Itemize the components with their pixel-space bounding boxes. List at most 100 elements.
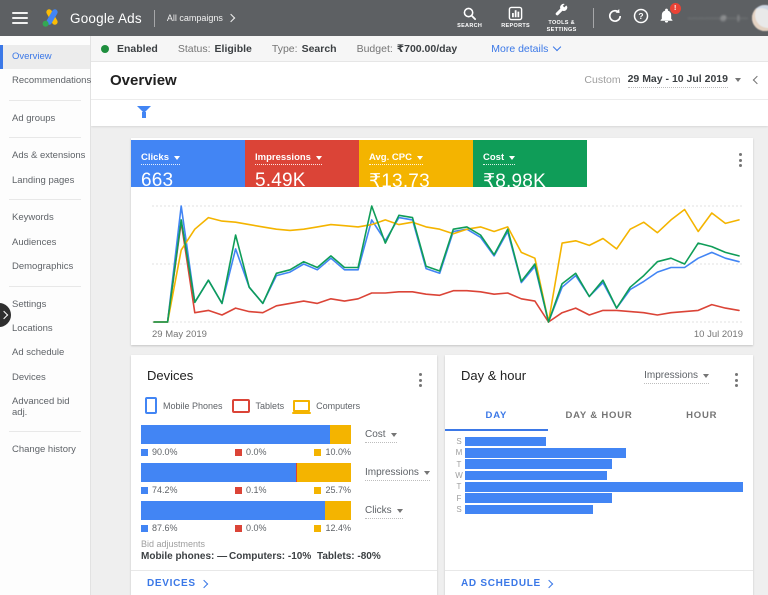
google-ads-logo-icon[interactable] (41, 8, 63, 28)
scorecard-impressions[interactable]: Impressions5.49K (245, 140, 359, 187)
hamburger-menu-icon[interactable] (12, 12, 28, 24)
scorecard-label[interactable]: Clicks (141, 152, 180, 165)
sidebar-item-overview[interactable]: Overview (0, 45, 90, 69)
devices-card-menu-icon[interactable] (416, 370, 425, 390)
sidebar-item-ad-groups[interactable]: Ad groups (0, 107, 90, 131)
scorecard-label[interactable]: Impressions (255, 152, 322, 165)
devices-stacked-bar[interactable] (141, 425, 351, 444)
sidebar-item-keywords[interactable]: Keywords (0, 206, 90, 230)
devices-metric-dropdown-clicks[interactable]: Clicks (365, 505, 403, 519)
scorecard-cost[interactable]: Cost₹8.98K (473, 140, 587, 187)
day-bar[interactable] (465, 493, 612, 503)
breadcrumb-all-campaigns[interactable]: All campaigns (167, 13, 234, 23)
bar-segment-mobile-phones (141, 425, 330, 444)
tools-settings-button[interactable]: TOOLS & SETTINGS (539, 3, 585, 34)
reports-button[interactable]: REPORTS (493, 6, 539, 30)
collapse-panel-icon[interactable] (753, 76, 761, 84)
legend-item-mobile-phones[interactable]: Mobile Phones (145, 397, 223, 414)
legend-square-icon (314, 487, 321, 494)
performance-card-menu-icon[interactable] (736, 150, 745, 170)
topbar-divider (154, 10, 155, 27)
filter-funnel-icon[interactable] (137, 106, 151, 119)
svg-text:?: ? (638, 11, 643, 21)
dropdown-caret-icon[interactable] (735, 78, 741, 82)
percent-label-mobile-phones: 74.2% (141, 485, 178, 495)
campaign-status-bar: Enabled Status:Eligible Type:Search Budg… (91, 36, 768, 62)
scorecard-value: ₹8.98K (483, 170, 587, 193)
day-hour-card: Day & hour Impressions DAYDAY & HOURHOUR… (445, 355, 753, 595)
scorecard-clicks[interactable]: Clicks663 (131, 140, 245, 187)
bid-adj-computers: Computers: -10% (229, 551, 311, 562)
campaign-budget: Budget:₹700.00/day (357, 43, 458, 55)
devices-stacked-bar[interactable] (141, 463, 351, 482)
day-bar[interactable] (465, 482, 743, 492)
devices-legend: Mobile Phones Tablets Computers (145, 397, 360, 414)
sidebar-item-devices[interactable]: Devices (0, 366, 90, 390)
sidebar-item-recommendations[interactable]: Recommendations (0, 69, 90, 93)
sidebar-item-landing-pages[interactable]: Landing pages (0, 169, 90, 193)
sidebar-item-advanced-bid-adj[interactable]: Advanced bid adj. (0, 390, 90, 425)
day-bar-row-3: W (453, 470, 743, 481)
topbar-divider (593, 8, 594, 28)
percent-label-tablets: 0.0% (235, 523, 267, 533)
tab-hour[interactable]: HOUR (650, 403, 753, 428)
percent-label-mobile-phones: 90.0% (141, 447, 178, 457)
sidebar-item-demographics[interactable]: Demographics (0, 255, 90, 279)
devices-footer-link[interactable]: DEVICES (147, 578, 207, 589)
help-button[interactable]: ? (628, 8, 654, 29)
devices-bar-rows: 90.0%0.0%10.0%Cost74.2%0.1%25.7%Impressi… (141, 425, 427, 539)
day-bar[interactable] (465, 459, 612, 469)
bid-adjustments-label: Bid adjustments (141, 539, 205, 549)
ad-schedule-footer-link[interactable]: AD SCHEDULE (461, 578, 552, 589)
search-button[interactable]: SEARCH (447, 6, 493, 30)
account-avatar[interactable] (752, 5, 768, 31)
day-bar[interactable] (465, 505, 593, 515)
tab-day-hour[interactable]: DAY & HOUR (548, 403, 651, 428)
enabled-dot-icon (101, 45, 109, 53)
day-bar[interactable] (465, 471, 607, 481)
percent-label-mobile-phones: 87.6% (141, 523, 178, 533)
devices-percent-labels: 87.6% 0.0% 12.4% (141, 523, 351, 536)
day-bar[interactable] (465, 448, 626, 458)
topbar-right-group: SEARCH REPORTS TOOLS & SETTINGS ? ! ····… (447, 3, 768, 34)
notifications-button[interactable]: ! (654, 8, 680, 29)
sidebar-item-change-history[interactable]: Change history (0, 438, 90, 462)
percent-label-computers: 12.4% (314, 523, 351, 533)
date-range-picker[interactable]: Custom 29 May - 10 Jul 2019 (584, 73, 760, 88)
x-axis-end-label: 10 Jul 2019 (694, 329, 743, 340)
bar-segment-mobile-phones (141, 501, 325, 520)
legend-item-computers[interactable]: Computers (293, 400, 360, 412)
devices-metric-dropdown-impressions[interactable]: Impressions (365, 467, 430, 481)
top-app-bar: Google Ads All campaigns SEARCH REPORTS … (0, 0, 768, 36)
dropdown-caret-icon (417, 156, 423, 160)
day-hour-tabs: DAYDAY & HOURHOUR (445, 403, 753, 428)
notification-badge: ! (669, 2, 682, 15)
day-hour-card-menu-icon[interactable] (732, 370, 741, 390)
day-bar[interactable] (465, 437, 546, 447)
legend-item-tablets[interactable]: Tablets (232, 399, 285, 413)
scorecard-label[interactable]: Cost (483, 152, 515, 165)
sidebar-item-audiences[interactable]: Audiences (0, 231, 90, 255)
scorecard-metric-name: Clicks (141, 152, 169, 163)
google-ads-overview-screen: Google Ads All campaigns SEARCH REPORTS … (0, 0, 768, 595)
timeseries-chart (150, 196, 745, 328)
day-label: M (453, 448, 465, 457)
scorecard-avg-cpc[interactable]: Avg. CPC₹13.73 (359, 140, 473, 187)
more-details-link[interactable]: More details (491, 43, 560, 55)
refresh-button[interactable] (602, 8, 628, 29)
sidebar-divider (9, 431, 81, 432)
sidebar-item-ad-schedule[interactable]: Ad schedule (0, 341, 90, 365)
sidebar-item-ads-extensions[interactable]: Ads & extensions (0, 144, 90, 168)
date-range-value[interactable]: 29 May - 10 Jul 2019 (628, 73, 728, 88)
sidebar-item-settings[interactable]: Settings (0, 293, 90, 317)
day-bar-row-6: S (453, 504, 743, 515)
day-hour-metric-dropdown[interactable]: Impressions (644, 370, 709, 384)
devices-row-clicks: 87.6% 0.0% 12.4% Clicks (141, 501, 427, 539)
dropdown-caret-icon (316, 156, 322, 160)
scorecard-label[interactable]: Avg. CPC (369, 152, 423, 165)
sidebar-item-locations[interactable]: Locations (0, 317, 90, 341)
tab-day[interactable]: DAY (445, 403, 548, 428)
devices-metric-dropdown-cost[interactable]: Cost (365, 429, 397, 443)
refresh-icon (607, 8, 623, 24)
devices-stacked-bar[interactable] (141, 501, 351, 520)
